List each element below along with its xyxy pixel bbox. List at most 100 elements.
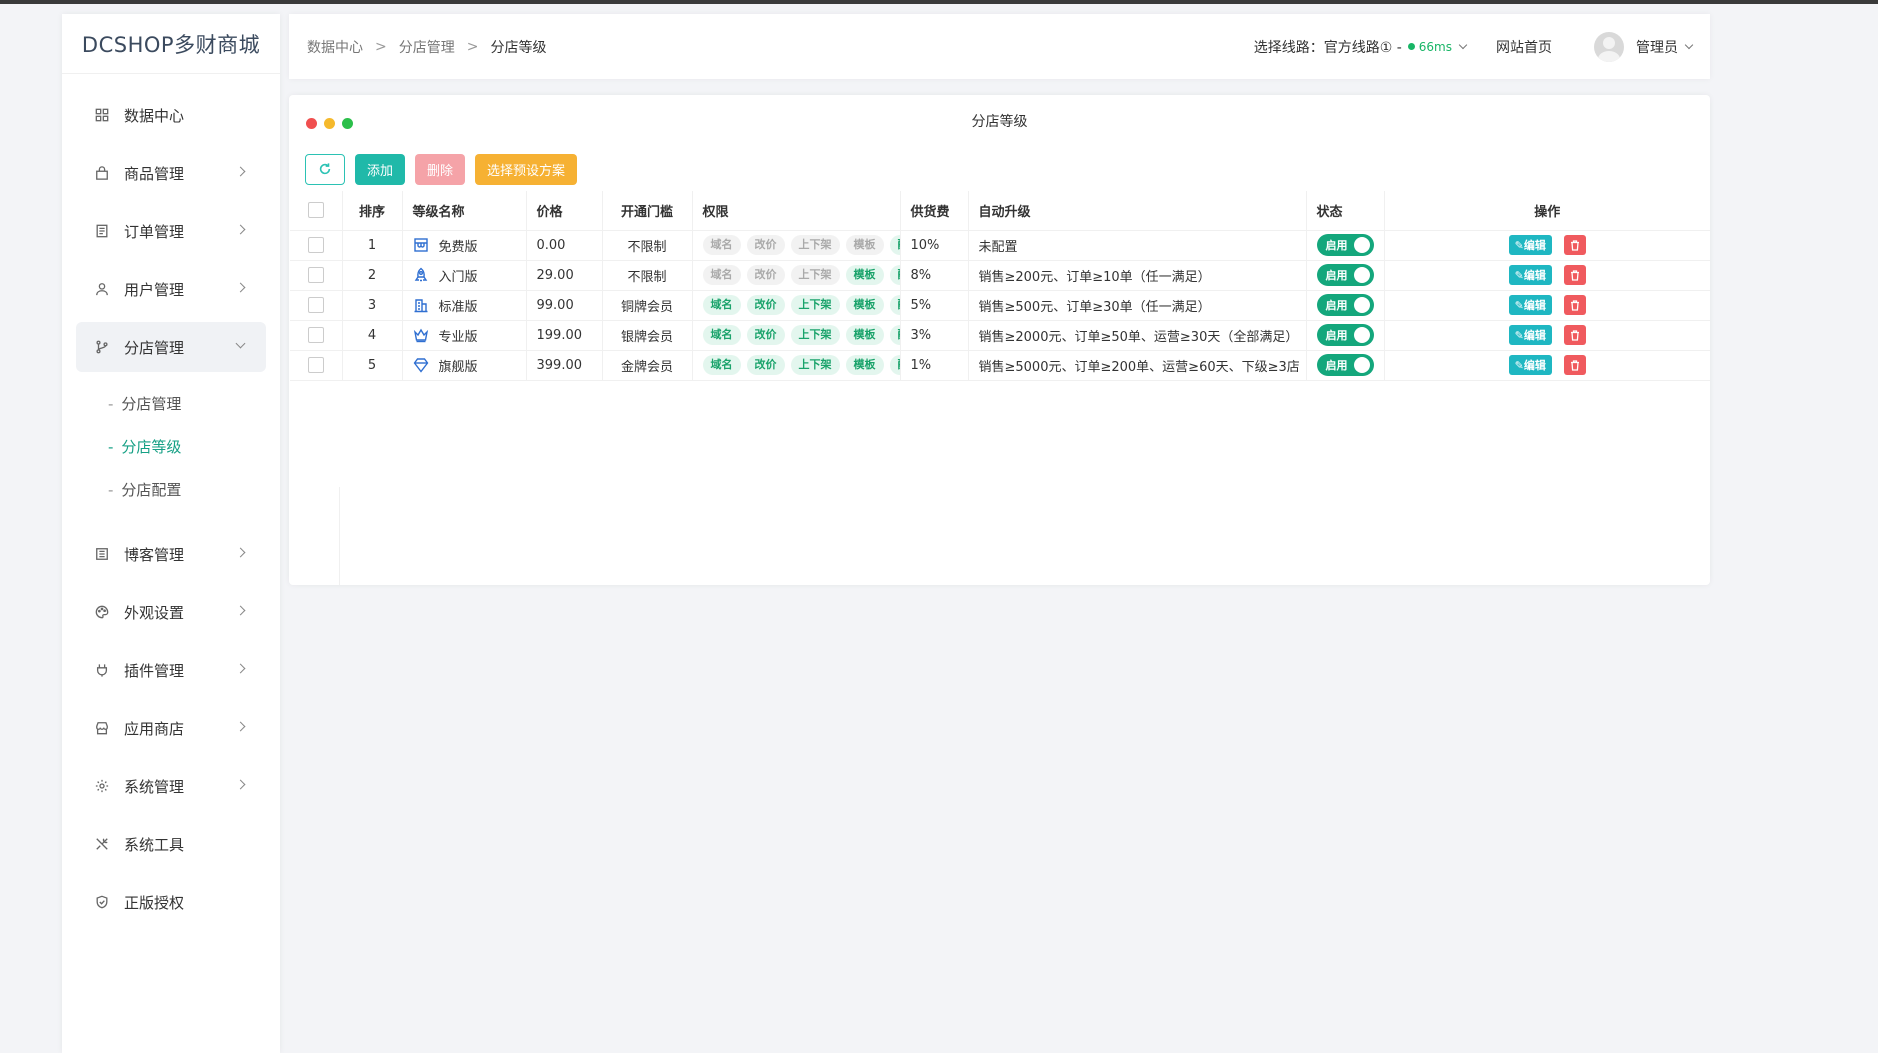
permission-tag: 配置 — [889, 265, 899, 285]
close-dot-icon[interactable] — [306, 118, 317, 129]
column-header[interactable]: 供货费 — [900, 191, 969, 231]
chevron-right-icon — [235, 721, 246, 732]
column-header[interactable]: 排序 — [342, 191, 403, 231]
edit-button[interactable]: ✎编辑 — [1508, 235, 1552, 255]
sidebar-item-label: 应用商店 — [124, 719, 185, 738]
column-header[interactable]: 等级名称 — [402, 191, 527, 231]
sidebar-item[interactable]: 订单管理 — [62, 202, 280, 260]
column-header[interactable]: 状态 — [1306, 191, 1385, 231]
sidebar-item[interactable]: 分店管理 — [76, 322, 266, 372]
table-row[interactable]: 2 入门版 29.00不限制域名改价上下架模板配置8%销售≥200元、订单≥10单（… — [290, 260, 1710, 291]
chevron-right-icon — [235, 282, 246, 293]
row-checkbox[interactable] — [307, 297, 324, 313]
row-checkbox[interactable] — [307, 237, 324, 253]
sidebar-subitem[interactable]: - 分店配置 — [62, 468, 280, 511]
edit-button[interactable]: ✎编辑 — [1508, 295, 1552, 315]
table-row[interactable]: 1 免费版 0.00不限制域名改价上下架模板配置10%未配置 启用 ✎编辑 — [290, 230, 1710, 261]
permission-tag: 改价 — [746, 265, 785, 285]
column-header[interactable]: 操作 — [1384, 191, 1710, 231]
row-checkbox[interactable] — [307, 357, 324, 373]
auto-upgrade-cell: 销售≥5000元、订单≥200单、运营≥60天、下级≥3店（全部满足） — [968, 350, 1307, 381]
delete-row-button[interactable] — [1563, 355, 1586, 375]
status-toggle[interactable]: 启用 — [1316, 234, 1374, 256]
edit-button[interactable]: ✎编辑 — [1508, 355, 1552, 375]
delete-row-button[interactable] — [1563, 265, 1586, 285]
permission-tag: 上下架 — [790, 265, 840, 285]
sidebar-item-label: 订单管理 — [124, 222, 185, 241]
edit-button[interactable]: ✎编辑 — [1508, 265, 1552, 285]
sidebar-subitem-label: 分店配置 — [121, 481, 182, 499]
table-row[interactable]: 4 专业版 199.00银牌会员域名改价上下架模板配置3%销售≥2000元、订单≥5… — [290, 320, 1710, 351]
price-cell: 199.00 — [526, 320, 603, 351]
minimize-dot-icon[interactable] — [324, 118, 335, 129]
level-name: 专业版 — [438, 329, 478, 345]
threshold-cell: 银牌会员 — [602, 320, 693, 351]
delete-row-button[interactable] — [1563, 235, 1586, 255]
table-row[interactable]: 3 标准版 99.00铜牌会员域名改价上下架模板配置5%销售≥500元、订单≥30单… — [290, 290, 1710, 321]
status-toggle[interactable]: 启用 — [1316, 264, 1374, 286]
select-all-checkbox[interactable] — [307, 202, 324, 219]
edit-button[interactable]: ✎编辑 — [1508, 325, 1552, 345]
maximize-dot-icon[interactable] — [342, 118, 353, 129]
select-preset-button[interactable]: 选择预设方案 — [475, 153, 578, 185]
breadcrumb-separator: > — [466, 38, 479, 55]
chevron-right-icon — [235, 663, 246, 674]
sidebar-subitem[interactable]: - 分店等级 — [62, 425, 280, 468]
sidebar-subitem[interactable]: - 分店管理 — [62, 382, 280, 425]
site-home-link[interactable]: 网站首页 — [1496, 37, 1552, 57]
avatar[interactable] — [1594, 31, 1624, 62]
palette-icon — [94, 604, 110, 620]
permission-tag: 配置 — [889, 355, 899, 375]
permission-tag: 改价 — [746, 325, 785, 345]
refresh-button[interactable] — [305, 153, 345, 185]
status-cell: 启用 — [1306, 260, 1385, 291]
row-checkbox[interactable] — [307, 267, 324, 283]
level-name: 入门版 — [438, 269, 478, 285]
row-checkbox[interactable] — [307, 327, 324, 343]
status-toggle[interactable]: 启用 — [1316, 294, 1374, 316]
permission-tag: 配置 — [889, 295, 899, 315]
auto-upgrade-cell: 销售≥200元、订单≥10单（任一满足） — [968, 260, 1307, 291]
user-menu[interactable]: 管理员 — [1636, 37, 1694, 57]
breadcrumb-item-home[interactable]: 数据中心 — [307, 37, 363, 57]
sidebar-item-label: 外观设置 — [124, 603, 185, 622]
add-button[interactable]: 添加 — [355, 153, 406, 185]
status-cell: 启用 — [1306, 350, 1385, 381]
sidebar-item[interactable]: 系统管理 — [62, 757, 280, 815]
status-toggle[interactable]: 启用 — [1316, 354, 1374, 376]
sidebar-item[interactable]: 数据中心 — [62, 86, 280, 144]
breadcrumb-item-branch[interactable]: 分店管理 — [399, 37, 455, 57]
table-empty-area — [290, 487, 340, 585]
sidebar-item-label: 博客管理 — [124, 545, 185, 564]
dashboard-icon — [94, 107, 110, 123]
delete-row-button[interactable] — [1563, 325, 1586, 345]
sidebar-item[interactable]: 应用商店 — [62, 699, 280, 757]
column-header[interactable]: 价格 — [526, 191, 603, 231]
table-row[interactable]: 5 旗舰版 399.00金牌会员域名改价上下架模板配置1%销售≥5000元、订单≥2… — [290, 350, 1710, 381]
line-selector[interactable]: 选择线路：官方线路① - 66ms — [1254, 37, 1468, 57]
sidebar-item[interactable]: 插件管理 — [62, 641, 280, 699]
rocket-icon — [413, 267, 429, 283]
column-header[interactable]: 自动升级 — [968, 191, 1307, 231]
sort-cell: 2 — [342, 260, 403, 291]
price-cell: 399.00 — [526, 350, 603, 381]
sidebar-subitem-label: 分店等级 — [121, 438, 182, 456]
sidebar-item-label: 分店管理 — [124, 338, 185, 357]
column-header[interactable]: 权限 — [692, 191, 901, 231]
app-logo[interactable]: DCSHOP多财商城 — [62, 14, 280, 74]
row-select-cell — [290, 290, 343, 321]
column-header[interactable]: 开通门槛 — [602, 191, 693, 231]
level-name-cell: 免费版 — [402, 230, 527, 261]
sidebar-item[interactable]: 系统工具 — [62, 815, 280, 873]
status-toggle[interactable]: 启用 — [1316, 324, 1374, 346]
sidebar-item[interactable]: 用户管理 — [62, 260, 280, 318]
delete-row-button[interactable] — [1563, 295, 1586, 315]
sidebar-item[interactable]: 商品管理 — [62, 144, 280, 202]
threshold-cell: 不限制 — [602, 260, 693, 291]
table-header-row: 排序 等级名称 价格 开通门槛 权限 供货费 自动升级 状态 操作 — [290, 191, 1710, 231]
sidebar-item[interactable]: 外观设置 — [62, 583, 280, 641]
sidebar-item[interactable]: 正版授权 — [62, 873, 280, 931]
delete-button[interactable]: 删除 — [415, 153, 466, 185]
sidebar-item[interactable]: 博客管理 — [62, 525, 280, 583]
permission-tag: 上下架 — [790, 235, 840, 255]
